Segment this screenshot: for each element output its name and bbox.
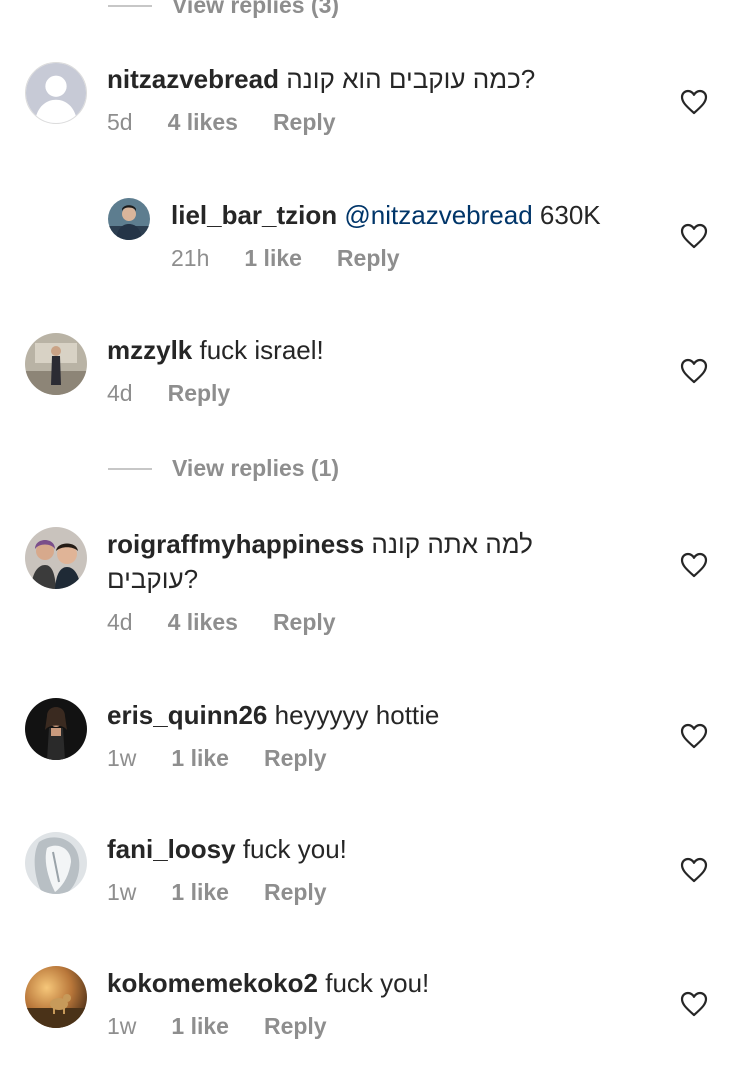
comment-meta: 4d 4 likes Reply — [107, 609, 577, 636]
comment-likes[interactable]: 1 like — [171, 1013, 229, 1040]
comment-time: 1w — [107, 1013, 137, 1039]
comment-meta: 1w 1 like Reply — [107, 1013, 607, 1040]
comment-likes[interactable]: 1 like — [171, 879, 229, 906]
view-replies-label: View replies (3) — [172, 0, 340, 18]
comment-message-end: ? — [183, 564, 199, 594]
comment-message-line2: עוקבים — [107, 564, 184, 594]
avatar[interactable] — [25, 333, 87, 395]
default-avatar-icon[interactable] — [25, 62, 87, 124]
heart-outline-icon[interactable] — [680, 89, 708, 115]
reply-button[interactable]: Reply — [337, 245, 400, 272]
comment-likes[interactable]: 1 like — [244, 245, 302, 272]
comment-text: eris_quinn26 heyyyyy hottie — [107, 698, 607, 733]
comment-text: mzzylk fuck israel! — [107, 333, 607, 368]
divider-line — [108, 467, 152, 470]
reply-button[interactable]: Reply — [273, 109, 336, 136]
heart-outline-icon[interactable] — [680, 223, 708, 249]
comment-text: fani_loosy fuck you! — [107, 832, 607, 867]
comment-message: fuck israel! — [199, 335, 324, 365]
comment-username[interactable]: nitzazvebread — [107, 64, 279, 94]
mention-link[interactable]: @nitzazvebread — [344, 200, 532, 230]
heart-outline-icon[interactable] — [680, 723, 708, 749]
comment-message: heyyyyy hottie — [274, 700, 440, 730]
comment-meta: 4d Reply — [107, 380, 607, 407]
avatar[interactable] — [25, 966, 87, 1028]
comment-likes[interactable]: 4 likes — [168, 109, 238, 136]
comment-text: roigraffmyhappiness למה אתה קונה עוקבים? — [107, 527, 577, 597]
comment-meta: 5d 4 likes Reply — [107, 109, 607, 136]
reply-button[interactable]: Reply — [264, 879, 327, 906]
reply-button[interactable]: Reply — [273, 609, 336, 636]
comment-time: 1w — [107, 879, 137, 905]
comment-text: nitzazvebread כמה עוקבים הוא קונה? — [107, 62, 607, 97]
comment-time: 4d — [107, 609, 133, 635]
avatar[interactable] — [25, 527, 87, 589]
view-replies-top[interactable]: View replies (3) — [108, 0, 339, 19]
reply-button[interactable]: Reply — [264, 1013, 327, 1040]
comment-username[interactable]: liel_bar_tzion — [171, 200, 337, 230]
heart-outline-icon[interactable] — [680, 358, 708, 384]
comment-username[interactable]: eris_quinn26 — [107, 700, 267, 730]
reply-button[interactable]: Reply — [264, 745, 327, 772]
comment-likes[interactable]: 4 likes — [168, 609, 238, 636]
comment-meta: 21h 1 like Reply — [171, 245, 671, 272]
comment-meta: 1w 1 like Reply — [107, 745, 607, 772]
comment-likes[interactable]: 1 like — [171, 745, 229, 772]
avatar[interactable] — [25, 698, 87, 760]
comment-username[interactable]: mzzylk — [107, 335, 192, 365]
divider-line — [108, 4, 152, 7]
view-replies-button[interactable]: View replies (1) — [108, 455, 339, 482]
heart-outline-icon[interactable] — [680, 857, 708, 883]
comment-username[interactable]: roigraffmyhappiness — [107, 529, 364, 559]
comment-meta: 1w 1 like Reply — [107, 879, 607, 906]
comment-username[interactable]: kokomemekoko2 — [107, 968, 318, 998]
comment-time: 5d — [107, 109, 133, 135]
comment-time: 1w — [107, 745, 137, 771]
view-replies-label: View replies (1) — [172, 455, 340, 481]
comment-message: 630K — [539, 200, 601, 230]
avatar[interactable] — [25, 832, 87, 894]
comment-time: 21h — [171, 245, 210, 271]
heart-outline-icon[interactable] — [680, 552, 708, 578]
heart-outline-icon[interactable] — [680, 991, 708, 1017]
comment-time: 4d — [107, 380, 133, 406]
comment-text: kokomemekoko2 fuck you! — [107, 966, 607, 1001]
comment-message: fuck you! — [325, 968, 430, 998]
comment-message-end: ? — [520, 64, 536, 94]
comment-message: למה אתה קונה — [371, 529, 533, 559]
comment-text: liel_bar_tzion @nitzazvebread 630K — [171, 198, 671, 233]
reply-button[interactable]: Reply — [168, 380, 231, 407]
comment-message: fuck you! — [242, 834, 347, 864]
comment-message: כמה עוקבים הוא קונה — [286, 64, 521, 94]
comment-username[interactable]: fani_loosy — [107, 834, 236, 864]
avatar[interactable] — [108, 198, 150, 240]
